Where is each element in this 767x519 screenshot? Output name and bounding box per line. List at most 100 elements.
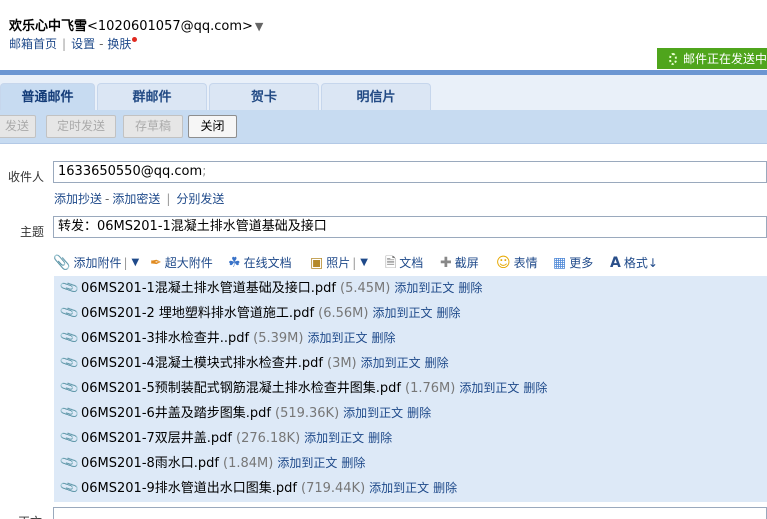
paperclip-icon: 📎 (53, 255, 71, 271)
attachment-name: 06MS201-8雨水口.pdf (81, 456, 219, 471)
send-separately-link[interactable]: 分别发送 (176, 192, 224, 206)
attachment-item: 📎 06MS201-2 埋地塑料排水管道施工.pdf (6.56M) 添加到正文… (54, 301, 767, 326)
top-bar: 欢乐心中飞雪<1020601057@qq.com> ▼ 邮箱首页 | 设置 - 换肤 邮件… (0, 0, 767, 70)
recipient-field[interactable]: 1633650550@qq.com; (53, 161, 767, 183)
close-button[interactable]: 关闭 (188, 115, 237, 138)
attachment-size: (1.84M) (223, 456, 274, 471)
body-label: 正文 (18, 513, 42, 519)
add-cc-link[interactable]: 添加抄送 (54, 192, 102, 206)
recipient-separator: ; (202, 164, 207, 179)
add-to-body-link[interactable]: 添加到正文 (304, 426, 364, 451)
delete-attachment-link[interactable]: 删除 (458, 276, 482, 301)
attachment-item: 📎 06MS201-4混凝土模块式排水检查井.pdf (3M) 添加到正文 删除 (54, 351, 767, 376)
online-doc-button[interactable]: ☘ 在线文档 (228, 252, 292, 274)
add-attachment-button[interactable]: 📎 添加附件 | ▼ (53, 252, 139, 274)
subject-field[interactable]: 转发：06MS201-1混凝土排水管道基础及接口 (53, 216, 767, 238)
attachment-toolbar: 📎 添加附件 | ▼ ✒ 超大附件 ☘ 在线文档 ▣ 照片 | ▼ 🗎 文档 ✚ 截屏 ☺ 表情 ▦ 更… (53, 252, 767, 274)
attachment-size: (1.76M) (405, 381, 456, 396)
add-to-body-link[interactable]: 添加到正文 (361, 351, 421, 376)
settings-link[interactable]: 设置 (71, 37, 95, 51)
attachment-item: 📎 06MS201-8雨水口.pdf (1.84M) 添加到正文 删除 (54, 451, 767, 476)
scheduled-send-button[interactable]: 定时发送 (46, 115, 116, 138)
chevron-down-icon[interactable]: ▼ (360, 252, 368, 274)
format-button[interactable]: A 格式↓ (610, 252, 658, 274)
divider: | (62, 37, 67, 51)
document-label: 文档 (399, 256, 424, 270)
mailbox-home-link[interactable]: 邮箱首页 (9, 37, 57, 51)
account-dropdown-icon[interactable]: ▼ (255, 20, 263, 33)
more-button[interactable]: ▦ 更多 (553, 252, 593, 274)
save-draft-button[interactable]: 存草稿 (123, 115, 183, 138)
screenshot-label: 截屏 (454, 256, 479, 270)
attachment-size: (3M) (327, 356, 357, 371)
large-attachment-icon: ✒ (150, 255, 162, 271)
add-attachment-label: 添加附件 (73, 256, 122, 270)
document-button[interactable]: 🗎 文档 (385, 252, 423, 274)
attachment-name: 06MS201-7双层井盖.pdf (81, 431, 232, 446)
attachment-name: 06MS201-9排水管道出水口图集.pdf (81, 481, 297, 496)
attachment-item: 📎 06MS201-6井盖及踏步图集.pdf (519.36K) 添加到正文 删… (54, 401, 767, 426)
emoji-button[interactable]: ☺ 表情 (496, 252, 538, 274)
add-to-body-link[interactable]: 添加到正文 (277, 451, 337, 476)
header-links: 邮箱首页 | 设置 - 换肤 (9, 35, 138, 52)
add-to-body-link[interactable]: 添加到正文 (369, 476, 429, 501)
attachment-item: 📎 06MS201-9排水管道出水口图集.pdf (719.44K) 添加到正文… (54, 476, 767, 501)
smiley-icon: ☺ (496, 255, 511, 271)
sending-status-text: 邮件正在发送中 (682, 52, 767, 66)
tab-normal-mail[interactable]: 普通邮件 (0, 83, 95, 110)
attachment-name: 06MS201-4混凝土模块式排水检查井.pdf (81, 356, 323, 371)
delete-attachment-link[interactable]: 删除 (425, 351, 449, 376)
attachment-name: 06MS201-5预制装配式钢筋混凝土排水检查井图集.pdf (81, 381, 401, 396)
attachment-size: (6.56M) (318, 306, 369, 321)
divider: - (105, 192, 110, 206)
add-bcc-link[interactable]: 添加密送 (112, 192, 160, 206)
attachment-name: 06MS201-2 埋地塑料排水管道施工.pdf (81, 306, 315, 321)
notification-dot-icon (132, 37, 138, 42)
attachment-name: 06MS201-1混凝土排水管道基础及接口.pdf (81, 281, 336, 296)
photo-button[interactable]: ▣ 照片 | ▼ (310, 252, 368, 274)
user-identity: 欢乐心中飞雪<1020601057@qq.com> ▼ (9, 15, 263, 34)
send-button[interactable]: 发送 (0, 115, 36, 138)
delete-attachment-link[interactable]: 删除 (433, 476, 457, 501)
delete-attachment-link[interactable]: 删除 (436, 301, 460, 326)
grid-icon: ▦ (553, 255, 567, 271)
add-to-body-link[interactable]: 添加到正文 (343, 401, 403, 426)
tab-group-mail[interactable]: 群邮件 (97, 83, 207, 110)
add-to-body-link[interactable]: 添加到正文 (372, 301, 432, 326)
large-attachment-label: 超大附件 (164, 256, 213, 270)
chevron-down-icon[interactable]: ▼ (132, 252, 140, 274)
add-to-body-link[interactable]: 添加到正文 (307, 326, 367, 351)
format-label: 格式↓ (623, 256, 658, 270)
attachment-item: 📎 06MS201-3排水检查井..pdf (5.39M) 添加到正文 删除 (54, 326, 767, 351)
sending-status-banner: 邮件正在发送中 (657, 48, 767, 69)
attachment-name: 06MS201-6井盖及踏步图集.pdf (81, 406, 271, 421)
compose-form: 收件人 1633650550@qq.com; 添加抄送 - 添加密送 | 分别发送 主题… (0, 145, 767, 519)
attachment-size: (5.39M) (253, 331, 304, 346)
attachment-name: 06MS201-3排水检查井..pdf (81, 331, 250, 346)
screenshot-button[interactable]: ✚ 截屏 (440, 252, 479, 274)
delete-attachment-link[interactable]: 删除 (523, 376, 547, 401)
add-to-body-link[interactable]: 添加到正文 (459, 376, 519, 401)
delete-attachment-link[interactable]: 删除 (368, 426, 392, 451)
online-doc-icon: ☘ (228, 255, 241, 271)
delete-attachment-link[interactable]: 删除 (341, 451, 365, 476)
recipient-value: 1633650550@qq.com (58, 164, 203, 179)
attachment-item: 📎 06MS201-7双层井盖.pdf (276.18K) 添加到正文 删除 (54, 426, 767, 451)
attachment-item: 📎 06MS201-1混凝土排水管道基础及接口.pdf (5.45M) 添加到正… (54, 276, 767, 301)
tab-postcard[interactable]: 明信片 (321, 83, 431, 110)
large-attachment-button[interactable]: ✒ 超大附件 (150, 252, 213, 274)
attachment-size: (719.44K) (301, 481, 366, 496)
attachment-size: (519.36K) (275, 406, 340, 421)
add-to-body-link[interactable]: 添加到正文 (394, 276, 454, 301)
delete-attachment-link[interactable]: 删除 (407, 401, 431, 426)
user-name: 欢乐心中飞雪 (9, 19, 88, 34)
attachment-size: (5.45M) (340, 281, 391, 296)
tab-greeting-card[interactable]: 贺卡 (209, 83, 319, 110)
recipient-label: 收件人 (8, 170, 45, 184)
change-skin-link[interactable]: 换肤 (107, 37, 131, 51)
delete-attachment-link[interactable]: 删除 (371, 326, 395, 351)
attachment-list: 📎 06MS201-1混凝土排水管道基础及接口.pdf (5.45M) 添加到正… (54, 276, 767, 502)
document-icon: 🗎 (385, 255, 397, 271)
online-doc-label: 在线文档 (243, 256, 292, 270)
body-editor[interactable] (53, 507, 767, 519)
